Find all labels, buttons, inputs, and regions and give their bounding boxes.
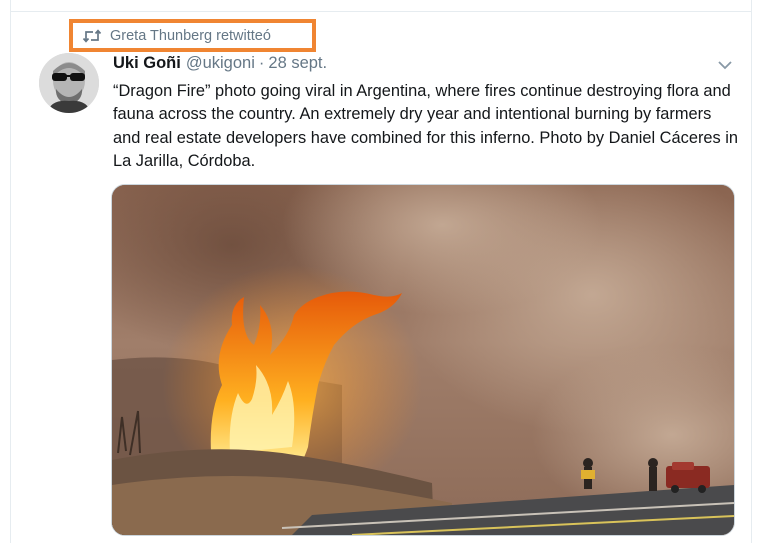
tweet-date[interactable]: 28 sept.: [268, 54, 327, 73]
tweet-text: “Dragon Fire” photo going viral in Argen…: [113, 82, 739, 171]
tweet-top-divider: [10, 11, 752, 12]
tweet-photo[interactable]: [111, 184, 735, 536]
author-handle[interactable]: @ukigoni: [186, 54, 255, 73]
timeline-left-border: [10, 0, 11, 543]
avatar[interactable]: [39, 53, 99, 113]
author-name[interactable]: Uki Goñi: [113, 54, 181, 73]
retweet-label: Greta Thunberg retwitteó: [110, 27, 271, 44]
retweet-icon: [82, 28, 102, 44]
retweet-context[interactable]: Greta Thunberg retwitteó: [69, 19, 316, 52]
header-separator: ·: [258, 54, 265, 72]
chevron-down-icon[interactable]: [716, 58, 734, 70]
tweet-header: Uki Goñi @ukigoni · 28 sept.: [113, 54, 327, 76]
timeline-right-border: [751, 0, 752, 543]
